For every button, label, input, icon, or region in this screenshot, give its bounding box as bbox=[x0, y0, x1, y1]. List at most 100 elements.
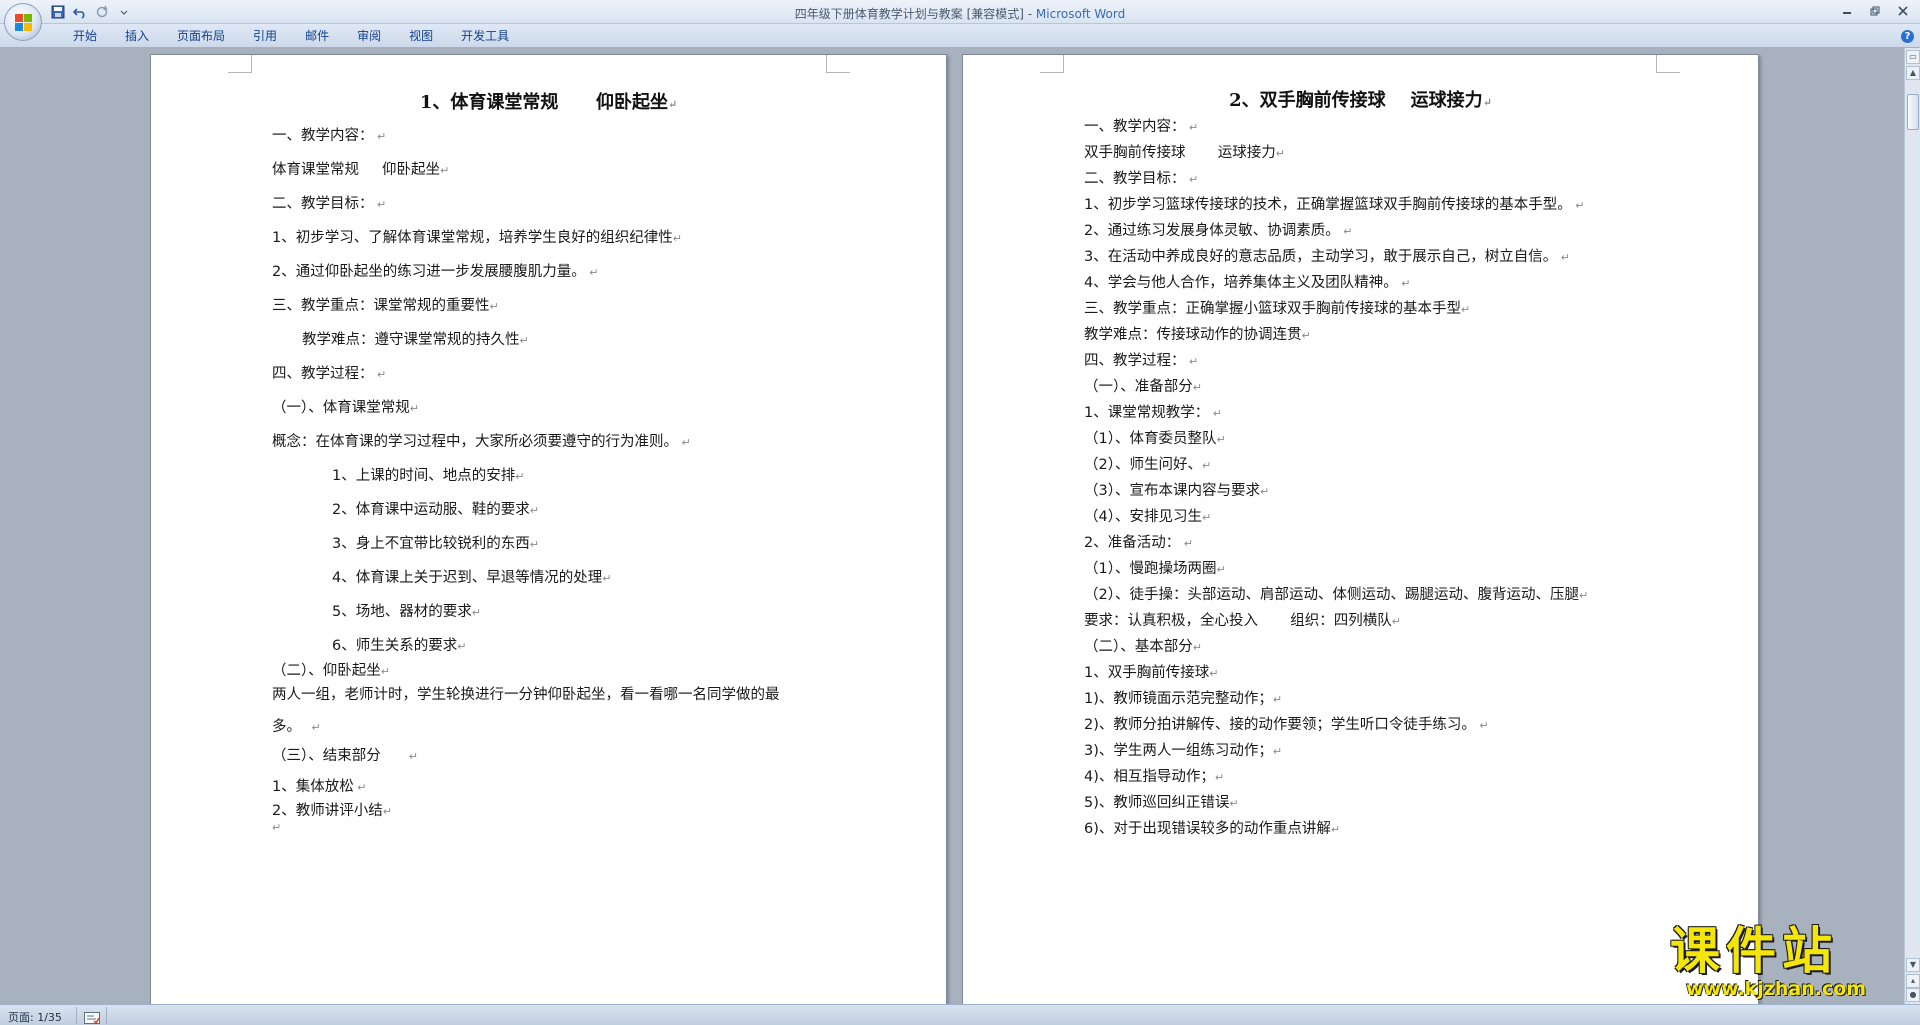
line-text: （二）、基本部分 bbox=[1084, 639, 1193, 655]
line-text: 1、上课的时间、地点的安排 bbox=[332, 468, 516, 484]
line-text: 四、教学过程： bbox=[272, 366, 374, 382]
document-area[interactable]: 1、体育课堂常规 仰卧起坐↵ 一、教学内容： ↵ 体育课堂常规 仰卧起坐↵ 二、… bbox=[0, 48, 1904, 1004]
paragraph-mark: ↵ bbox=[1185, 173, 1199, 186]
paragraph-mark: ↵ bbox=[1301, 329, 1311, 342]
paragraph-mark: ↵ bbox=[667, 98, 678, 111]
text-line: （4）、安排见习生↵ bbox=[1084, 505, 1211, 526]
tab-developer[interactable]: 开发工具 bbox=[447, 29, 523, 43]
line-text: 4、学会与他人合作，培养集体主义及团队精神。 bbox=[1084, 275, 1398, 291]
scroll-down-icon[interactable]: ▼ bbox=[1906, 958, 1920, 972]
text-line: 四、教学过程： ↵ bbox=[272, 362, 386, 383]
text-line: 三、教学重点：课堂常规的重要性↵ bbox=[272, 294, 499, 315]
paragraph-mark: ↵ bbox=[380, 665, 390, 678]
text-line: 2、教师讲评小结↵ bbox=[272, 799, 392, 820]
tab-insert[interactable]: 插入 bbox=[111, 29, 163, 43]
page-title: 1、体育课堂常规 仰卧起坐↵ bbox=[151, 88, 946, 114]
text-line: 3、身上不宜带比较锐利的东西↵ bbox=[332, 532, 539, 553]
scroll-thumb[interactable] bbox=[1907, 94, 1919, 130]
scroll-up-icon[interactable]: ▲ bbox=[1906, 66, 1920, 80]
line-text: （1）、慢跑操场两圈 bbox=[1084, 561, 1217, 577]
vertical-scrollbar[interactable]: ▭ ▲ ▼ ▴ ● bbox=[1904, 48, 1920, 1004]
paragraph-mark: ↵ bbox=[1214, 771, 1225, 784]
close-icon[interactable] bbox=[1890, 2, 1916, 20]
paragraph-mark: ↵ bbox=[373, 368, 387, 381]
paragraph-mark: ↵ bbox=[471, 606, 481, 619]
office-button[interactable] bbox=[4, 3, 42, 41]
paragraph-mark: ↵ bbox=[1201, 459, 1212, 472]
paragraph-mark: ↵ bbox=[1275, 147, 1285, 160]
text-line: 4、体育课上关于迟到、早退等情况的处理↵ bbox=[332, 566, 611, 587]
text-line: 一、教学内容： ↵ bbox=[1084, 115, 1198, 136]
paragraph-mark: ↵ bbox=[585, 266, 599, 279]
text-line: 四、教学过程： ↵ bbox=[1084, 349, 1198, 370]
status-bar: 页面: 1/35 bbox=[0, 1004, 1920, 1025]
text-line: （三）、结束部分 ↵ bbox=[272, 744, 418, 765]
line-text: （三）、结束部分 bbox=[272, 748, 381, 764]
app-name: Microsoft Word bbox=[1035, 7, 1126, 21]
text-line: 三、教学重点：正确掌握小篮球双手胸前传接球的基本手型↵ bbox=[1084, 297, 1470, 318]
text-line: 二、教学目标： ↵ bbox=[1084, 167, 1198, 188]
line-text: 6、师生关系的要求 bbox=[332, 638, 458, 654]
line-text: 2、教师讲评小结 bbox=[272, 803, 383, 819]
line-text: （3）、宣布本课内容与要求 bbox=[1084, 483, 1260, 499]
crop-mark bbox=[228, 55, 252, 73]
text-line: （1）、体育委员整队↵ bbox=[1084, 427, 1226, 448]
text-line: 2)、教师分拍讲解传、接的动作要领；学生听口令徒手练习。 ↵ bbox=[1084, 713, 1489, 734]
tab-review[interactable]: 审阅 bbox=[343, 29, 395, 43]
text-line: （2）、师生问好、↵ bbox=[1084, 453, 1211, 474]
text-line: 体育课堂常规 仰卧起坐↵ bbox=[272, 158, 449, 179]
line-text: 1、初步学习、了解体育课堂常规，培养学生良好的组织纪律性 bbox=[272, 230, 673, 246]
browse-object-icon[interactable]: ● bbox=[1906, 988, 1920, 1002]
line-text: 6)、对于出现错误较多的动作重点讲解 bbox=[1084, 821, 1331, 837]
paragraph-mark: ↵ bbox=[380, 750, 418, 763]
line-text: 1、集体放松 bbox=[272, 779, 354, 795]
text-line: 1、初步学习、了解体育课堂常规，培养学生良好的组织纪律性↵ bbox=[272, 226, 682, 247]
line-text: 二、教学目标： bbox=[1084, 171, 1186, 187]
tab-home[interactable]: 开始 bbox=[59, 29, 111, 43]
watermark-title: 课件站 bbox=[1670, 922, 1838, 980]
paragraph-mark: ↵ bbox=[489, 300, 499, 313]
text-line: 1、双手胸前传接球↵ bbox=[1084, 661, 1218, 682]
paragraph-mark: ↵ bbox=[1216, 563, 1226, 576]
paragraph-mark: ↵ bbox=[382, 805, 392, 818]
text-line: 1)、教师镜面示范完整动作；↵ bbox=[1084, 687, 1282, 708]
watermark-url: www.kjzhan.com bbox=[1686, 978, 1867, 1000]
text-line: （二）、仰卧起坐↵ bbox=[272, 659, 390, 680]
text-line: 1、课堂常规教学： ↵ bbox=[1084, 401, 1222, 422]
paragraph-mark: ↵ bbox=[1475, 719, 1489, 732]
text-line: （一）、体育课堂常规↵ bbox=[272, 396, 419, 417]
text-line: （2）、徒手操：头部运动、肩部运动、体侧运动、踢腿运动、腹背运动、压腿↵ bbox=[1084, 583, 1588, 604]
paragraph-mark: ↵ bbox=[1571, 199, 1585, 212]
line-text: （一）、体育课堂常规 bbox=[272, 400, 410, 416]
minimize-icon[interactable] bbox=[1834, 2, 1860, 20]
text-line: 要求：认真积极，全心投入 组织：四列横队↵ bbox=[1084, 609, 1401, 630]
previous-page-icon[interactable]: ▴ bbox=[1906, 974, 1920, 988]
watermark-logo: 课件站 www.kjzhan.com bbox=[1668, 924, 1904, 1004]
text-line: 1、初步学习篮球传接球的技术，正确掌握篮球双手胸前传接球的基本手型。 ↵ bbox=[1084, 193, 1584, 214]
line-text: 2、准备活动： bbox=[1084, 535, 1181, 551]
page-title-text: 1、体育课堂常规 仰卧起坐 bbox=[419, 92, 668, 113]
page-left[interactable]: 1、体育课堂常规 仰卧起坐↵ 一、教学内容： ↵ 体育课堂常规 仰卧起坐↵ 二、… bbox=[150, 54, 947, 1004]
page-indicator[interactable]: 页面: 1/35 bbox=[8, 1009, 62, 1025]
paragraph-mark: ↵ bbox=[1482, 96, 1492, 109]
tab-references[interactable]: 引用 bbox=[239, 29, 291, 43]
ribbon: 开始 插入 页面布局 引用 邮件 审阅 视图 开发工具 ? bbox=[0, 24, 1920, 48]
line-text: 1、初步学习篮球传接球的技术，正确掌握篮球双手胸前传接球的基本手型。 bbox=[1084, 197, 1572, 213]
proofing-icon[interactable] bbox=[84, 1009, 100, 1025]
crop-mark bbox=[1040, 55, 1064, 73]
text-line: 二、教学目标： ↵ bbox=[272, 192, 386, 213]
tab-mailings[interactable]: 邮件 bbox=[291, 29, 343, 43]
text-line: 3、在活动中养成良好的意志品质，主动学习，敢于展示自己，树立自信。 ↵ bbox=[1084, 245, 1570, 266]
window-controls bbox=[1834, 2, 1916, 20]
paragraph-mark: ↵ bbox=[678, 436, 691, 449]
text-line: 双手胸前传接球 运球接力↵ bbox=[1084, 141, 1285, 162]
page-right[interactable]: 2、双手胸前传接球 运球接力↵ 一、教学内容： ↵ 双手胸前传接球 运球接力↵ … bbox=[962, 54, 1759, 1004]
line-text: 一、教学内容： bbox=[272, 128, 374, 144]
text-line: 教学难点：遵守课堂常规的持久性↵ bbox=[302, 328, 529, 349]
tab-view[interactable]: 视图 bbox=[395, 29, 447, 43]
text-line: 概念：在体育课的学习过程中，大家所必须要遵守的行为准则。 ↵ bbox=[272, 430, 691, 451]
tab-page-layout[interactable]: 页面布局 bbox=[163, 29, 239, 43]
restore-icon[interactable] bbox=[1862, 2, 1888, 20]
help-icon[interactable]: ? bbox=[1901, 30, 1914, 43]
ruler-toggle-icon[interactable]: ▭ bbox=[1906, 50, 1920, 64]
